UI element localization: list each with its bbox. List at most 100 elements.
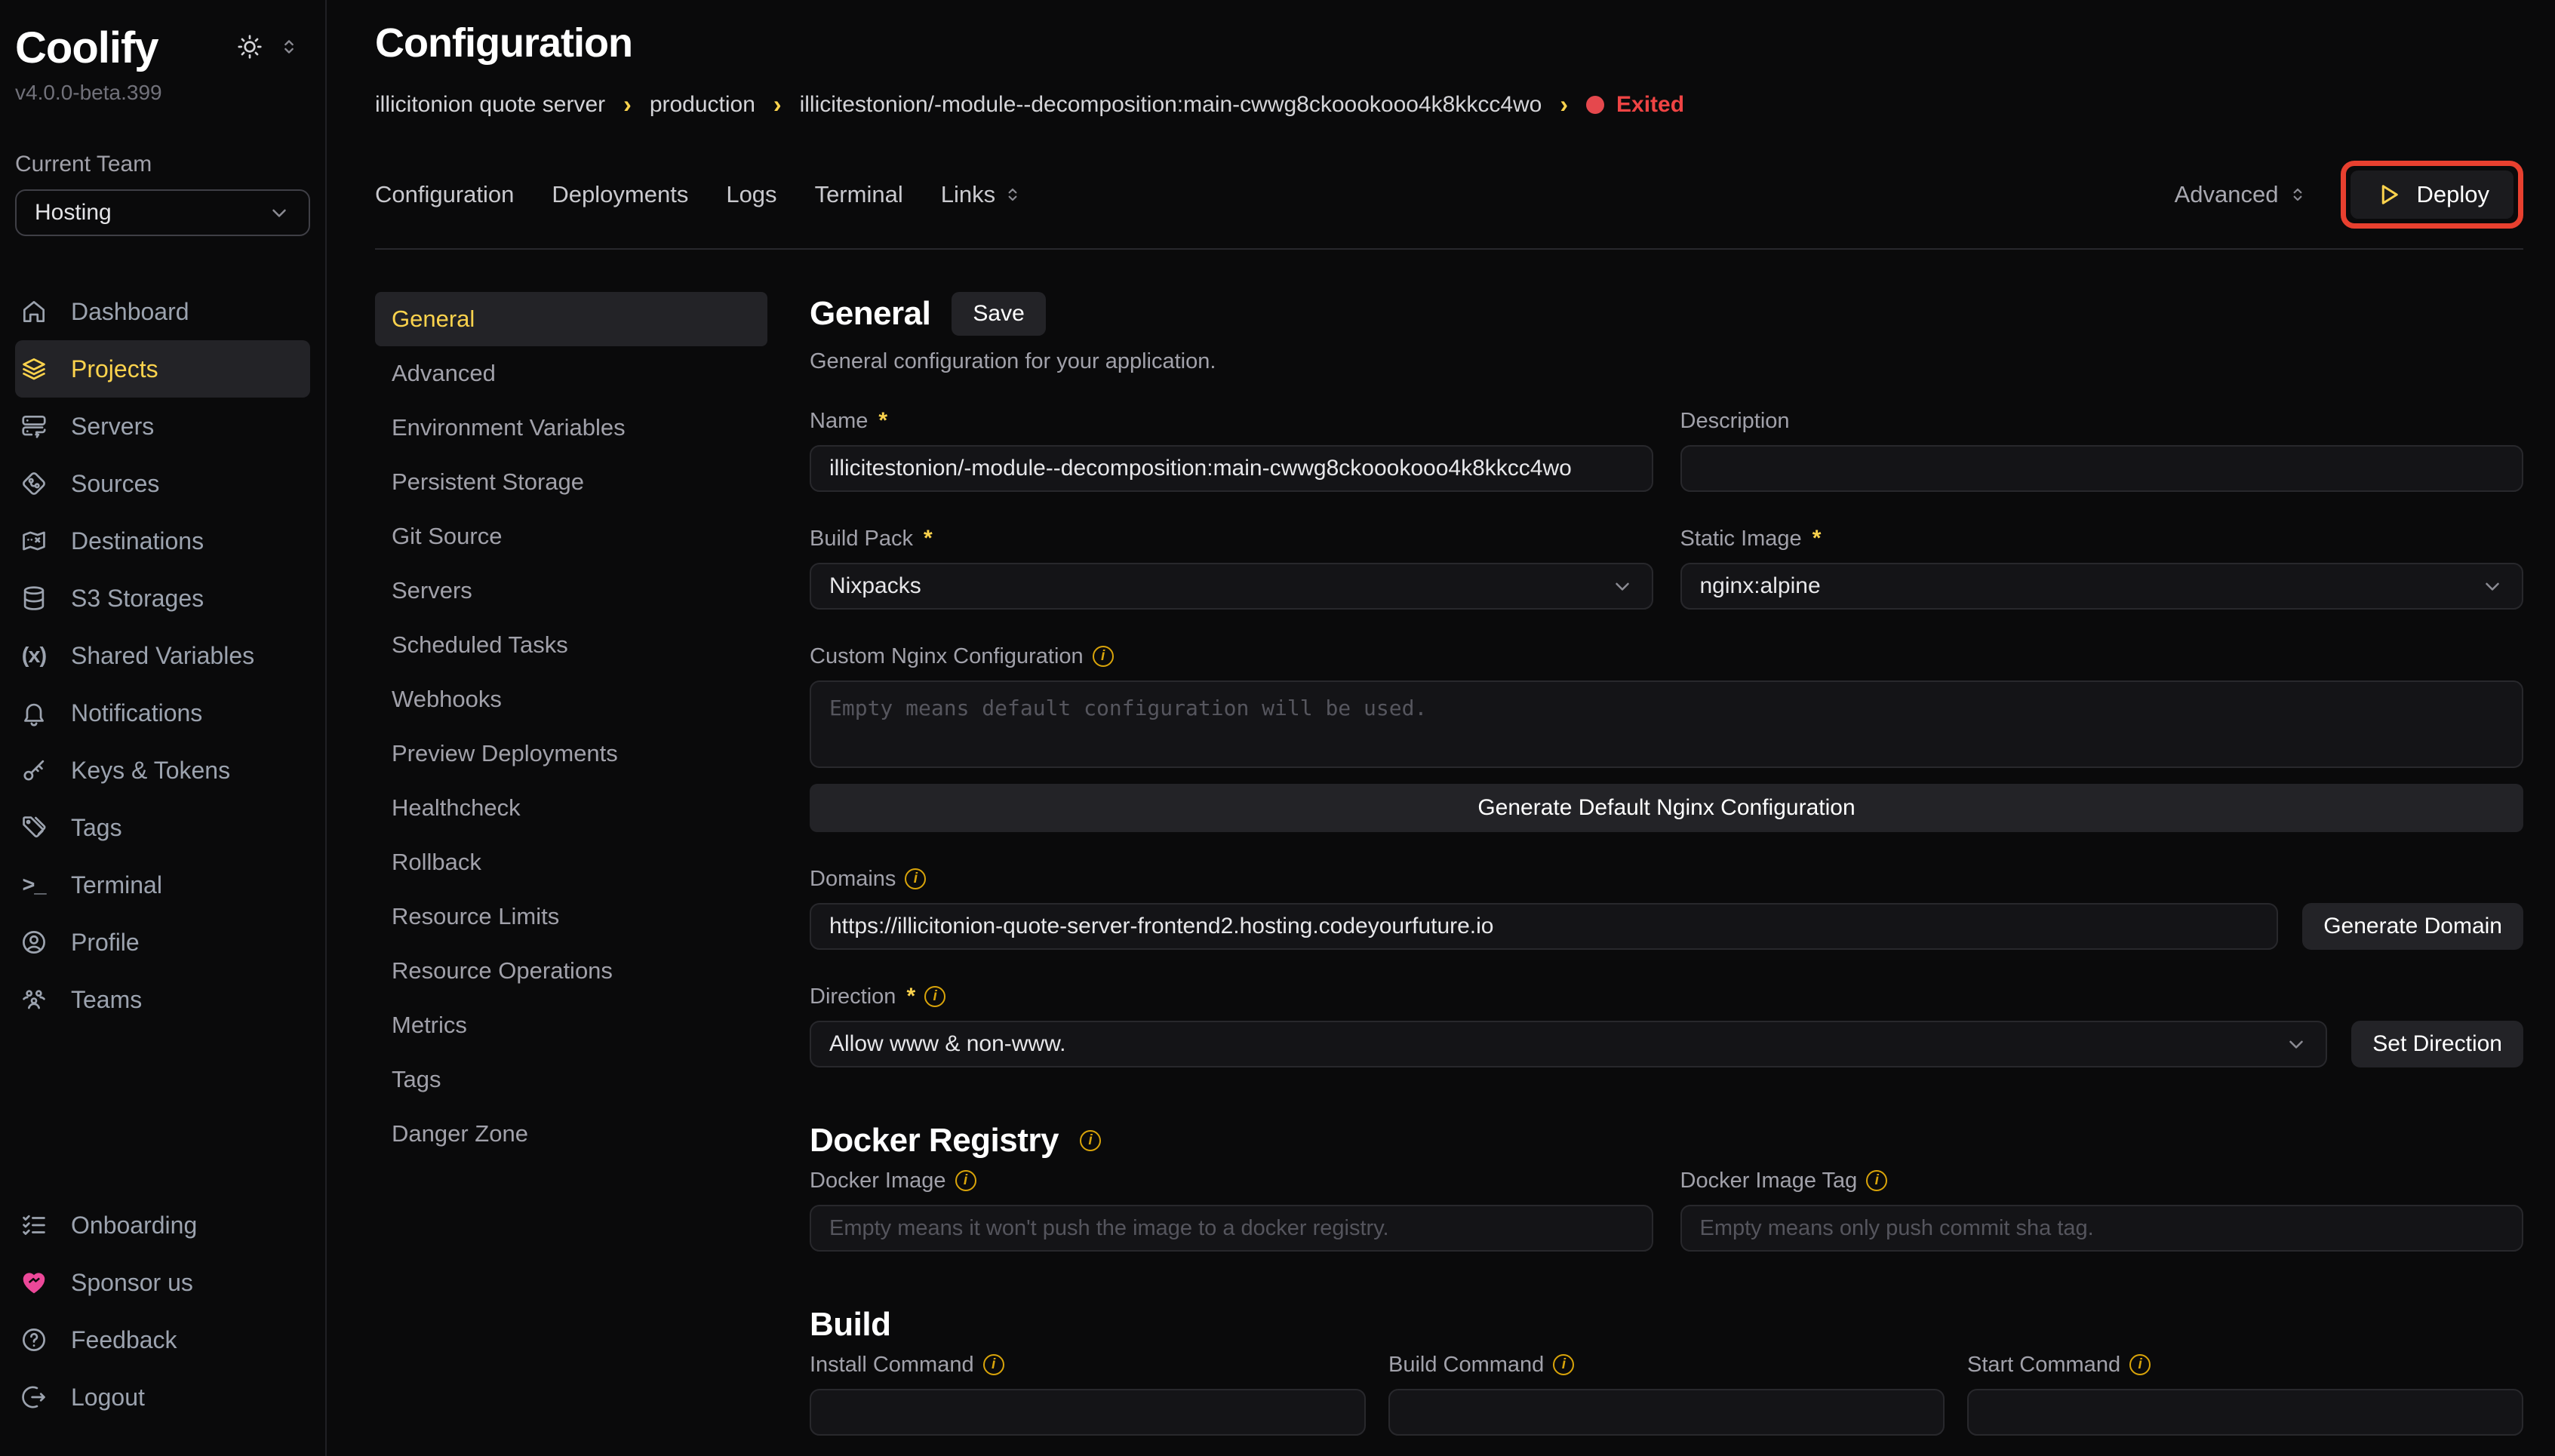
subnav-environment-variables[interactable]: Environment Variables [375, 401, 767, 455]
database-icon [20, 584, 48, 613]
build-command-input[interactable] [1388, 1389, 1945, 1436]
set-direction-button[interactable]: Set Direction [2351, 1021, 2523, 1067]
general-form: General Save General configuration for y… [810, 292, 2523, 1456]
subnav-general[interactable]: General [375, 292, 767, 346]
sidebar: Coolify v4.0.0-beta.399 Current Team Hos… [0, 0, 327, 1456]
subnav-danger-zone[interactable]: Danger Zone [375, 1107, 767, 1161]
breadcrumb-project[interactable]: illicitonion quote server [375, 92, 605, 118]
docker-image-field: Docker Imagei [810, 1167, 1653, 1252]
tab-deployments[interactable]: Deployments [552, 181, 688, 208]
required-asterisk: * [1812, 526, 1822, 551]
deploy-button[interactable]: Deploy [2351, 170, 2514, 219]
docker-image-tag-input[interactable] [1680, 1205, 2524, 1252]
info-icon: i [905, 868, 926, 889]
static-image-select[interactable]: nginx:alpine [1680, 563, 2524, 610]
required-asterisk: * [906, 984, 915, 1009]
subnav-scheduled-tasks[interactable]: Scheduled Tasks [375, 618, 767, 672]
sidebar-item-teams[interactable]: Teams [15, 971, 310, 1028]
chevron-down-icon [2481, 575, 2504, 597]
sidebar-footer-nav: Onboarding Sponsor us Feedback Logout [15, 1196, 310, 1426]
theme-chevrons-icon[interactable] [278, 36, 300, 57]
docker-image-input[interactable] [810, 1205, 1653, 1252]
save-button[interactable]: Save [952, 292, 1045, 336]
sidebar-item-onboarding[interactable]: Onboarding [15, 1196, 310, 1254]
required-asterisk: * [924, 526, 933, 551]
app-logo: Coolify [15, 23, 158, 73]
subnav-advanced[interactable]: Advanced [375, 346, 767, 401]
description-input[interactable] [1680, 445, 2524, 492]
subnav-healthcheck[interactable]: Healthcheck [375, 781, 767, 835]
start-command-field: Start Commandi [1967, 1351, 2523, 1436]
custom-nginx-textarea[interactable] [810, 680, 2523, 768]
tab-logs[interactable]: Logs [726, 181, 776, 208]
sidebar-item-shared-variables[interactable]: (x) Shared Variables [15, 627, 310, 684]
general-heading: General [810, 295, 930, 333]
subnav-servers[interactable]: Servers [375, 564, 767, 618]
subnav-persistent-storage[interactable]: Persistent Storage [375, 455, 767, 509]
theme-sun-icon[interactable] [236, 33, 263, 60]
start-command-input[interactable] [1967, 1389, 2523, 1436]
custom-nginx-field: Custom Nginx Configurationi Generate Def… [810, 643, 2523, 832]
subnav-resource-limits[interactable]: Resource Limits [375, 889, 767, 944]
heart-icon [20, 1268, 48, 1297]
sidebar-item-dashboard[interactable]: Dashboard [15, 283, 310, 340]
subnav-preview-deployments[interactable]: Preview Deployments [375, 726, 767, 781]
sidebar-item-sponsor[interactable]: Sponsor us [15, 1254, 310, 1311]
sidebar-item-terminal[interactable]: >_ Terminal [15, 856, 310, 914]
breadcrumb-environment[interactable]: production [650, 92, 755, 118]
info-icon: i [1093, 646, 1114, 667]
sidebar-item-sources[interactable]: Sources [15, 455, 310, 512]
info-icon: i [955, 1170, 976, 1191]
advanced-dropdown[interactable]: Advanced [2175, 181, 2307, 208]
build-pack-select[interactable]: Nixpacks [810, 563, 1653, 610]
subnav-git-source[interactable]: Git Source [375, 509, 767, 564]
tab-links[interactable]: Links [941, 181, 1022, 208]
sidebar-item-keys-tokens[interactable]: Keys & Tokens [15, 742, 310, 799]
generate-domain-button[interactable]: Generate Domain [2302, 903, 2523, 950]
sidebar-item-s3-storages[interactable]: S3 Storages [15, 570, 310, 627]
breadcrumb-separator: › [773, 91, 782, 118]
direction-field: Direction*i Allow www & non-www. Set Dir… [810, 983, 2523, 1067]
name-input[interactable] [810, 445, 1653, 492]
tabbar: Configuration Deployments Logs Terminal … [375, 161, 2523, 250]
info-icon: i [983, 1354, 1004, 1375]
domains-field: Domainsi Generate Domain [810, 865, 2523, 950]
key-icon [20, 756, 48, 785]
breadcrumb-application[interactable]: illicitestonion/-module--decomposition:m… [800, 92, 1542, 118]
direction-select[interactable]: Allow www & non-www. [810, 1021, 2327, 1067]
install-command-input[interactable] [810, 1389, 1366, 1436]
build-pack-field: Build Pack* Nixpacks [810, 525, 1653, 610]
info-icon: i [924, 986, 945, 1007]
tab-terminal[interactable]: Terminal [815, 181, 903, 208]
bell-icon [20, 699, 48, 727]
sidebar-item-destinations[interactable]: Destinations [15, 512, 310, 570]
general-description: General configuration for your applicati… [810, 349, 2523, 374]
sidebar-item-notifications[interactable]: Notifications [15, 684, 310, 742]
map-icon [20, 527, 48, 555]
info-icon: i [1080, 1130, 1101, 1151]
subnav-tags[interactable]: Tags [375, 1052, 767, 1107]
deploy-highlight-ring: Deploy [2341, 161, 2524, 229]
sidebar-item-servers[interactable]: Servers [15, 398, 310, 455]
info-icon: i [1866, 1170, 1887, 1191]
sidebar-item-profile[interactable]: Profile [15, 914, 310, 971]
domains-input[interactable] [810, 903, 2278, 950]
sidebar-item-tags[interactable]: Tags [15, 799, 310, 856]
docker-image-tag-field: Docker Image Tagi [1680, 1167, 2524, 1252]
server-icon [20, 412, 48, 441]
info-icon: i [1553, 1354, 1574, 1375]
sidebar-item-projects[interactable]: Projects [15, 340, 310, 398]
help-circle-icon [20, 1325, 48, 1354]
subnav-resource-operations[interactable]: Resource Operations [375, 944, 767, 998]
generate-nginx-config-button[interactable]: Generate Default Nginx Configuration [810, 784, 2523, 832]
chevron-down-icon [268, 201, 291, 224]
subnav-webhooks[interactable]: Webhooks [375, 672, 767, 726]
sidebar-item-logout[interactable]: Logout [15, 1368, 310, 1426]
subnav-metrics[interactable]: Metrics [375, 998, 767, 1052]
home-icon [20, 297, 48, 326]
tab-configuration[interactable]: Configuration [375, 181, 514, 208]
team-select[interactable]: Hosting [15, 189, 310, 236]
subnav-rollback[interactable]: Rollback [375, 835, 767, 889]
play-icon [2375, 181, 2402, 208]
sidebar-item-feedback[interactable]: Feedback [15, 1311, 310, 1368]
